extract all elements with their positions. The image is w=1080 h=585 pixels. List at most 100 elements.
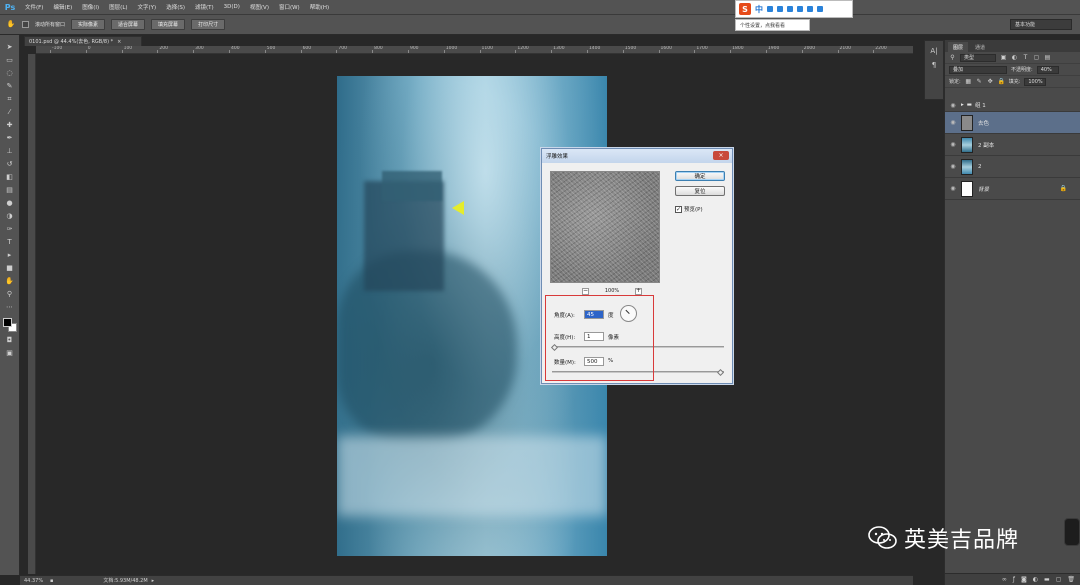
shape-filter-icon[interactable]: ▢ — [1033, 54, 1040, 61]
lasso-tool-icon[interactable]: ◌ — [5, 69, 15, 78]
tab-layers[interactable]: 图层 — [948, 42, 969, 52]
scroll-all-checkbox[interactable] — [22, 21, 29, 28]
paragraph-panel-icon[interactable]: ¶ — [932, 61, 936, 69]
zoom-out-button[interactable]: − — [582, 287, 589, 295]
layer-group-1[interactable]: ◉ ▸ ▬ 组 1 — [945, 99, 1080, 112]
shape-tool-icon[interactable]: ■ — [5, 264, 15, 273]
visibility-eye-icon[interactable]: ◉ — [945, 163, 961, 170]
preview-checkbox[interactable]: ✓ — [675, 205, 682, 213]
keyboard-icon[interactable] — [797, 6, 803, 12]
blur-tool-icon[interactable]: ● — [5, 199, 15, 208]
adjust-filter-icon[interactable]: ◐ — [1011, 54, 1018, 61]
kind-filter-select[interactable]: 类型 — [960, 53, 996, 62]
pen-tool-icon[interactable]: ✑ — [5, 225, 15, 234]
sogou-logo[interactable]: S — [739, 3, 751, 15]
ime-language[interactable]: 中 — [755, 4, 763, 15]
fit-screen-button[interactable]: 适合屏幕 — [111, 19, 146, 30]
new-layer-icon[interactable]: ▢ — [1056, 576, 1062, 583]
zoom-status[interactable]: 44.37% — [20, 578, 50, 584]
expand-arrow-icon[interactable]: ▸ — [961, 102, 964, 108]
toolbox-icon[interactable] — [817, 6, 823, 12]
smart-filter-icon[interactable]: ▤ — [1044, 54, 1051, 61]
pixel-filter-icon[interactable]: ▣ — [1000, 54, 1007, 61]
link-icon[interactable]: ∞ — [1002, 576, 1007, 583]
ok-button[interactable]: 确定 — [675, 171, 725, 181]
quick-select-tool-icon[interactable]: ✎ — [5, 82, 15, 91]
healing-brush-icon[interactable]: ✚ — [5, 121, 15, 130]
dodge-tool-icon[interactable]: ◑ — [5, 212, 15, 221]
eraser-tool-icon[interactable]: ◧ — [5, 173, 15, 182]
visibility-eye-icon[interactable]: ◉ — [945, 141, 961, 148]
layer-desaturate[interactable]: ◉ 去色 — [945, 112, 1080, 134]
zoom-in-button[interactable]: + — [634, 287, 642, 295]
menu-window[interactable]: 窗口(W) — [274, 3, 305, 11]
trash-icon[interactable]: 🗑 — [1067, 576, 1075, 583]
brush-tool-icon[interactable]: ✒ — [5, 134, 15, 143]
mask-icon[interactable]: ◙ — [1021, 576, 1027, 583]
lock-all-icon[interactable]: 🔒 — [997, 78, 1004, 85]
path-select-icon[interactable]: ▸ — [5, 251, 15, 260]
layer-background[interactable]: ◉ 背景 🔒 — [945, 178, 1080, 200]
filter-preview[interactable] — [550, 171, 660, 283]
type-filter-icon[interactable]: T — [1022, 54, 1029, 61]
close-icon[interactable]: × — [713, 151, 729, 160]
clone-stamp-icon[interactable]: ⊥ — [5, 147, 15, 156]
screen-mode-icon[interactable]: ▣ — [5, 349, 15, 358]
visibility-eye-icon[interactable]: ◉ — [945, 119, 961, 126]
blend-mode-select[interactable]: 叠加 — [949, 65, 1007, 74]
fx-icon[interactable]: ƒ — [1013, 576, 1015, 583]
character-panel-icon[interactable]: A| — [930, 47, 937, 55]
menu-view[interactable]: 视图(V) — [245, 3, 274, 11]
menu-filter[interactable]: 滤镜(T) — [190, 3, 219, 11]
group-icon[interactable]: ▬ — [1044, 576, 1050, 583]
menu-3d[interactable]: 3D(D) — [219, 4, 245, 10]
lock-position-icon[interactable]: ✥ — [987, 78, 994, 85]
eyedropper-tool-icon[interactable]: ⁄ — [5, 108, 15, 117]
lock-transparency-icon[interactable]: ▦ — [965, 78, 972, 85]
status-arrow-icon[interactable]: ▸ — [152, 578, 155, 584]
punctuation-icon[interactable] — [767, 6, 773, 12]
workspace-select[interactable]: 基本功能 — [1010, 19, 1072, 30]
layers-footer: ∞ ƒ ◙ ◐ ▬ ▢ 🗑 — [945, 573, 1080, 585]
menu-select[interactable]: 选择(S) — [161, 3, 190, 11]
dialog-titlebar[interactable]: 浮雕效果 × — [542, 149, 732, 163]
microphone-icon[interactable] — [787, 6, 793, 12]
foreground-color[interactable] — [2, 318, 12, 327]
menu-image[interactable]: 图像(I) — [77, 3, 104, 11]
actual-pixels-button[interactable]: 实际像素 — [71, 19, 106, 30]
hand-tool-icon[interactable]: ✋ — [5, 277, 15, 286]
menu-edit[interactable]: 编辑(E) — [48, 3, 77, 11]
tab-channels[interactable]: 通道 — [970, 42, 990, 52]
visibility-eye-icon[interactable]: ◉ — [945, 102, 961, 109]
layer-2[interactable]: ◉ 2 — [945, 156, 1080, 178]
adjustment-icon[interactable]: ◐ — [1033, 576, 1038, 583]
marquee-tool-icon[interactable]: ▭ — [5, 56, 15, 65]
zoom-tool-icon[interactable]: ⚲ — [5, 290, 15, 299]
menu-file[interactable]: 文件(F) — [20, 3, 48, 11]
skin-icon[interactable] — [807, 6, 813, 12]
more-tools-icon[interactable]: ⋯ — [5, 303, 15, 312]
menu-layer[interactable]: 图层(L) — [104, 3, 132, 11]
type-tool-icon[interactable]: T — [5, 238, 15, 247]
lock-pixels-icon[interactable]: ✎ — [976, 78, 983, 85]
quick-mask-icon[interactable]: ◘ — [5, 336, 15, 345]
amount-slider-thumb[interactable] — [716, 368, 725, 377]
color-swatches[interactable] — [2, 318, 17, 332]
close-tab-icon[interactable]: × — [117, 39, 121, 45]
emoji-icon[interactable] — [777, 6, 783, 12]
document-tab[interactable]: 0101.psd @ 44.4%(去色, RGB/8) * × — [24, 36, 142, 46]
opacity-input[interactable]: 40% — [1036, 65, 1059, 74]
preview-toggle[interactable]: ✓ 预览(P) — [675, 205, 703, 213]
fill-input[interactable]: 100% — [1024, 77, 1047, 86]
reset-button[interactable]: 复位 — [675, 186, 725, 196]
gradient-tool-icon[interactable]: ▤ — [5, 186, 15, 195]
fill-screen-button[interactable]: 填充屏幕 — [151, 19, 186, 30]
menu-help[interactable]: 帮助(H) — [305, 3, 334, 11]
layer-2-copy[interactable]: ◉ 2 副本 — [945, 134, 1080, 156]
move-tool-icon[interactable]: ➤ — [5, 43, 15, 52]
visibility-eye-icon[interactable]: ◉ — [945, 185, 961, 192]
print-size-button[interactable]: 打印尺寸 — [191, 19, 226, 30]
crop-tool-icon[interactable]: ⌗ — [5, 95, 15, 104]
history-brush-icon[interactable]: ↺ — [5, 160, 15, 169]
menu-type[interactable]: 文字(Y) — [133, 3, 162, 11]
